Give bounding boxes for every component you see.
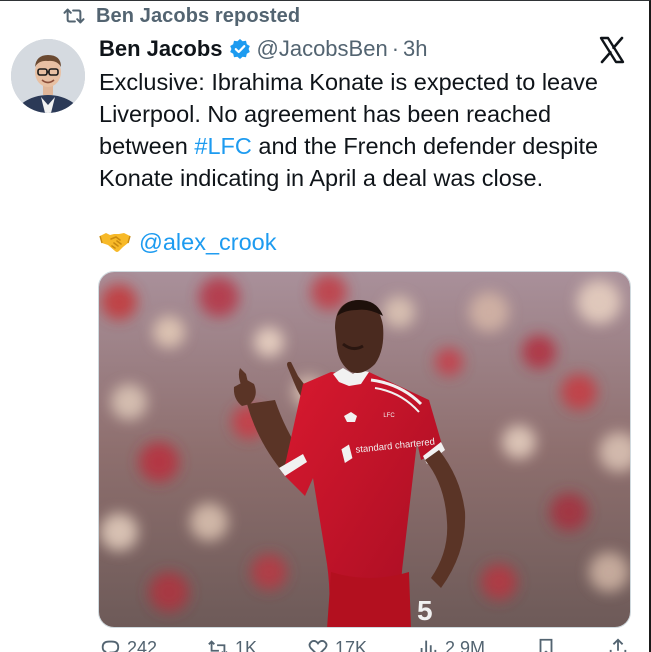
kit-crest: LFC [383,413,395,419]
separator-dot: · [391,36,400,61]
like-icon [308,640,328,652]
tweet-line: Exclusive: Ibrahima Konate is expected t… [99,69,598,95]
timestamp[interactable]: 3h [403,36,427,62]
reply-button[interactable]: 242 [99,637,157,652]
bookmark-icon [539,638,553,652]
share-icon [609,638,627,652]
tweet-text: Exclusive: Ibrahima Konate is expected t… [99,66,639,194]
views-icon [420,640,437,652]
tweet-photo[interactable]: LFC standard chartered 5 [98,271,631,628]
repost-context[interactable]: Ben Jacobs reposted [62,4,300,28]
tweet-line: Liverpool. No agreement has been reached [99,101,552,127]
verified-badge-icon [229,38,251,60]
kit-number: 5 [417,595,433,626]
repost-icon [208,640,228,652]
repost-label: Ben Jacobs reposted [96,4,301,27]
like-count: 17K [335,637,368,652]
x-logo-icon [598,36,626,64]
bookmark-button[interactable] [535,637,557,652]
hashtag-link[interactable]: #LFC [194,133,251,159]
credit-line: @alex_crook [99,226,277,258]
share-button[interactable] [607,637,629,652]
tweet-line: Konate indicating in April a deal was cl… [99,165,544,191]
tweet-text-segment: and the French defender despite [251,133,599,159]
repost-icon [62,5,86,27]
views-button[interactable]: 2.9M [417,637,485,652]
avatar[interactable] [11,39,85,113]
mention-link[interactable]: @alex_crook [139,229,277,256]
action-bar: 242 1K 17K 2.9M [99,638,629,652]
handshake-icon [99,229,131,255]
reply-count: 242 [127,637,158,652]
repost-count: 1K [235,637,258,652]
repost-button[interactable]: 1K [207,637,257,652]
reply-icon [101,640,120,652]
views-count: 2.9M [445,637,486,652]
tweet-text-segment: between [99,133,195,159]
author-handle[interactable]: @JacobsBen [257,36,388,62]
tweet-line: between #LFC and the French defender des… [99,130,639,162]
like-button[interactable]: 17K [307,637,367,652]
author-name[interactable]: Ben Jacobs [99,36,223,62]
tweet-header: Ben Jacobs @JacobsBen · 3h [99,34,428,64]
